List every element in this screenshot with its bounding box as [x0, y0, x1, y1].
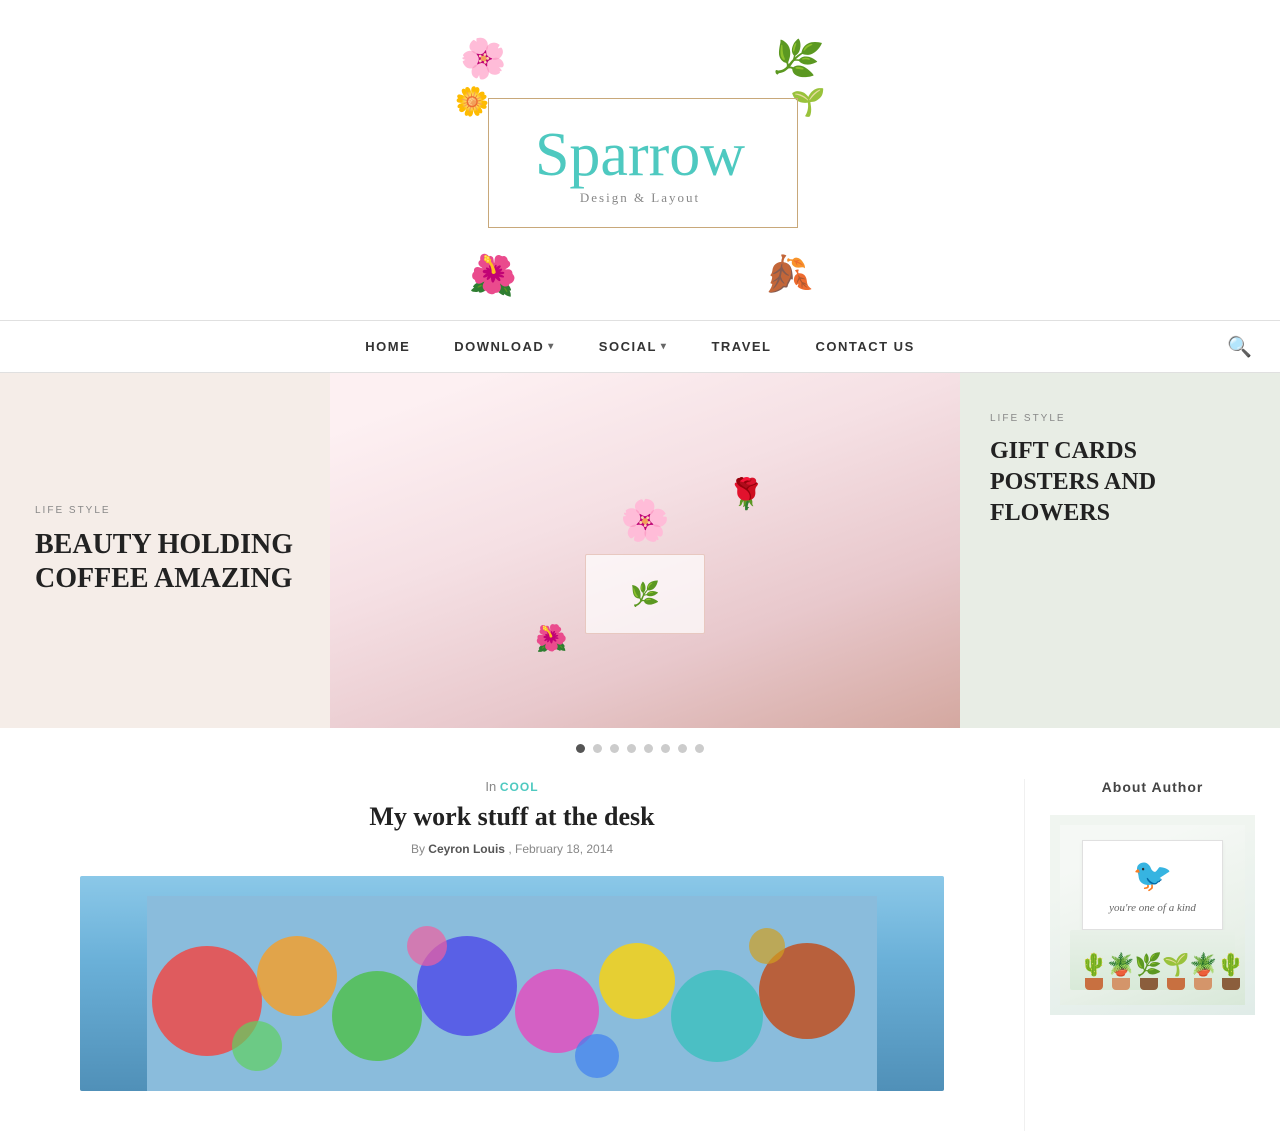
slider-dot-5[interactable] [644, 744, 653, 753]
plant-item: 🌵 [1080, 954, 1107, 990]
nav-item-contact-label: CONTACT US [815, 339, 914, 354]
plant-item: 🌱 [1162, 954, 1189, 990]
nav-item-travel[interactable]: TRAVEL [689, 321, 793, 372]
sidebar: About Author 🐦 you're one of a kind 🌵 🪴 [1025, 779, 1280, 1131]
post-category-label[interactable]: COOL [500, 780, 539, 794]
slider-dot-4[interactable] [627, 744, 636, 753]
site-title: Sparrow [535, 124, 745, 186]
slide-left-category: LIFE STYLE [35, 505, 295, 516]
slide-right-panel: LIFE STYLE GIFT CARDS POSTERS AND FLOWER… [960, 373, 1280, 728]
slide-right-title: GIFT CARDS POSTERS AND FLOWERS [990, 436, 1250, 530]
post-author[interactable]: Ceyron Louis [428, 842, 505, 856]
nav-item-home[interactable]: HOME [343, 321, 432, 372]
plant-icon: 🪴 [1107, 954, 1134, 976]
nav-item-download[interactable]: DOWNLOAD ▾ [432, 321, 577, 372]
chevron-down-icon: ▾ [661, 341, 668, 352]
floral-br-icon: 🍂 [759, 252, 815, 301]
nav-bar: HOME DOWNLOAD ▾ SOCIAL ▾ TRAVEL CONTACT … [0, 320, 1280, 373]
plant-item: 🪴 [1190, 954, 1217, 990]
post-date: February 18, 2014 [515, 842, 613, 856]
circles-artwork [80, 876, 944, 1091]
plant-pot [1140, 978, 1158, 990]
post-by-label: By [411, 842, 425, 856]
nav-item-social-label: SOCIAL [599, 339, 657, 354]
slider-dot-2[interactable] [593, 744, 602, 753]
nav-links: HOME DOWNLOAD ▾ SOCIAL ▾ TRAVEL CONTACT … [343, 321, 937, 372]
sidebar-plants: 🌵 🪴 🌿 🌱 [1070, 930, 1235, 990]
nav-item-contact[interactable]: CONTACT US [793, 321, 936, 372]
plant-pot [1167, 978, 1185, 990]
post-meta: By Ceyron Louis , February 18, 2014 [80, 842, 944, 856]
plant-icon: 🌵 [1217, 954, 1244, 976]
plant-icon: 🌿 [1135, 954, 1162, 976]
nav-item-travel-label: TRAVEL [711, 339, 771, 354]
post-in-label: In COOL [80, 779, 944, 794]
plant-pot [1222, 978, 1240, 990]
plant-pot [1194, 978, 1212, 990]
slider-dots [0, 728, 1280, 769]
slider-dot-1[interactable] [576, 744, 585, 753]
nav-item-home-label: HOME [365, 339, 410, 354]
plant-icon: 🌱 [1162, 954, 1189, 976]
slide-left-panel: LIFE STYLE BEAUTY HOLDING COFFEE AMAZING [0, 373, 330, 728]
plant-item: 🌿 [1135, 954, 1162, 990]
slider-dot-6[interactable] [661, 744, 670, 753]
site-subtitle: Design & Layout [535, 190, 745, 206]
search-icon: 🔍 [1227, 336, 1252, 358]
floral-bl-icon: 🌺 [467, 253, 520, 299]
chevron-down-icon: ▾ [548, 341, 555, 352]
slider-dot-3[interactable] [610, 744, 619, 753]
search-button[interactable]: 🔍 [1219, 326, 1260, 367]
floral-ml-icon: 🌼 [454, 84, 492, 121]
post-column: In COOL My work stuff at the desk By Cey… [0, 779, 1025, 1131]
logo-container[interactable]: 🌸 🌿 🌺 🍂 🌼 🌱 Sparrow Design & Layout [450, 30, 830, 300]
plant-item: 🪴 [1107, 954, 1134, 990]
plant-icon: 🌵 [1080, 954, 1107, 976]
plant-item: 🌵 [1217, 954, 1244, 990]
main-content: In COOL My work stuff at the desk By Cey… [0, 779, 1280, 1131]
post-image [80, 876, 944, 1091]
header: 🌸 🌿 🌺 🍂 🌼 🌱 Sparrow Design & Layout [0, 0, 1280, 320]
logo-text: Sparrow Design & Layout [535, 124, 745, 206]
hero-slider: LIFE STYLE BEAUTY HOLDING COFFEE AMAZING… [0, 373, 1280, 728]
sidebar-about-author-title: About Author [1050, 779, 1255, 795]
floral-tl-icon: 🌸 [455, 33, 512, 85]
nav-item-download-label: DOWNLOAD [454, 339, 544, 354]
bird-icon: 🐦 [1133, 856, 1173, 894]
post-title[interactable]: My work stuff at the desk [80, 802, 944, 832]
plant-pot [1112, 978, 1130, 990]
slide-right-category: LIFE STYLE [990, 413, 1250, 424]
card-text: you're one of a kind [1109, 902, 1196, 914]
post-in-text: In [485, 779, 496, 794]
slide-center-image: 🌸 🌿 🌹 🌺 [330, 373, 960, 728]
slide-left-title: BEAUTY HOLDING COFFEE AMAZING [35, 528, 295, 595]
slider-dot-7[interactable] [678, 744, 687, 753]
plant-icon: 🪴 [1190, 954, 1217, 976]
slider-dot-8[interactable] [695, 744, 704, 753]
floral-tr-icon: 🌿 [769, 35, 825, 84]
nav-item-social[interactable]: SOCIAL ▾ [577, 321, 690, 372]
slide-center-panel: 🌸 🌿 🌹 🌺 [330, 373, 960, 728]
sidebar-author-image: 🐦 you're one of a kind 🌵 🪴 🌿 [1050, 815, 1255, 1015]
plant-pot [1085, 978, 1103, 990]
